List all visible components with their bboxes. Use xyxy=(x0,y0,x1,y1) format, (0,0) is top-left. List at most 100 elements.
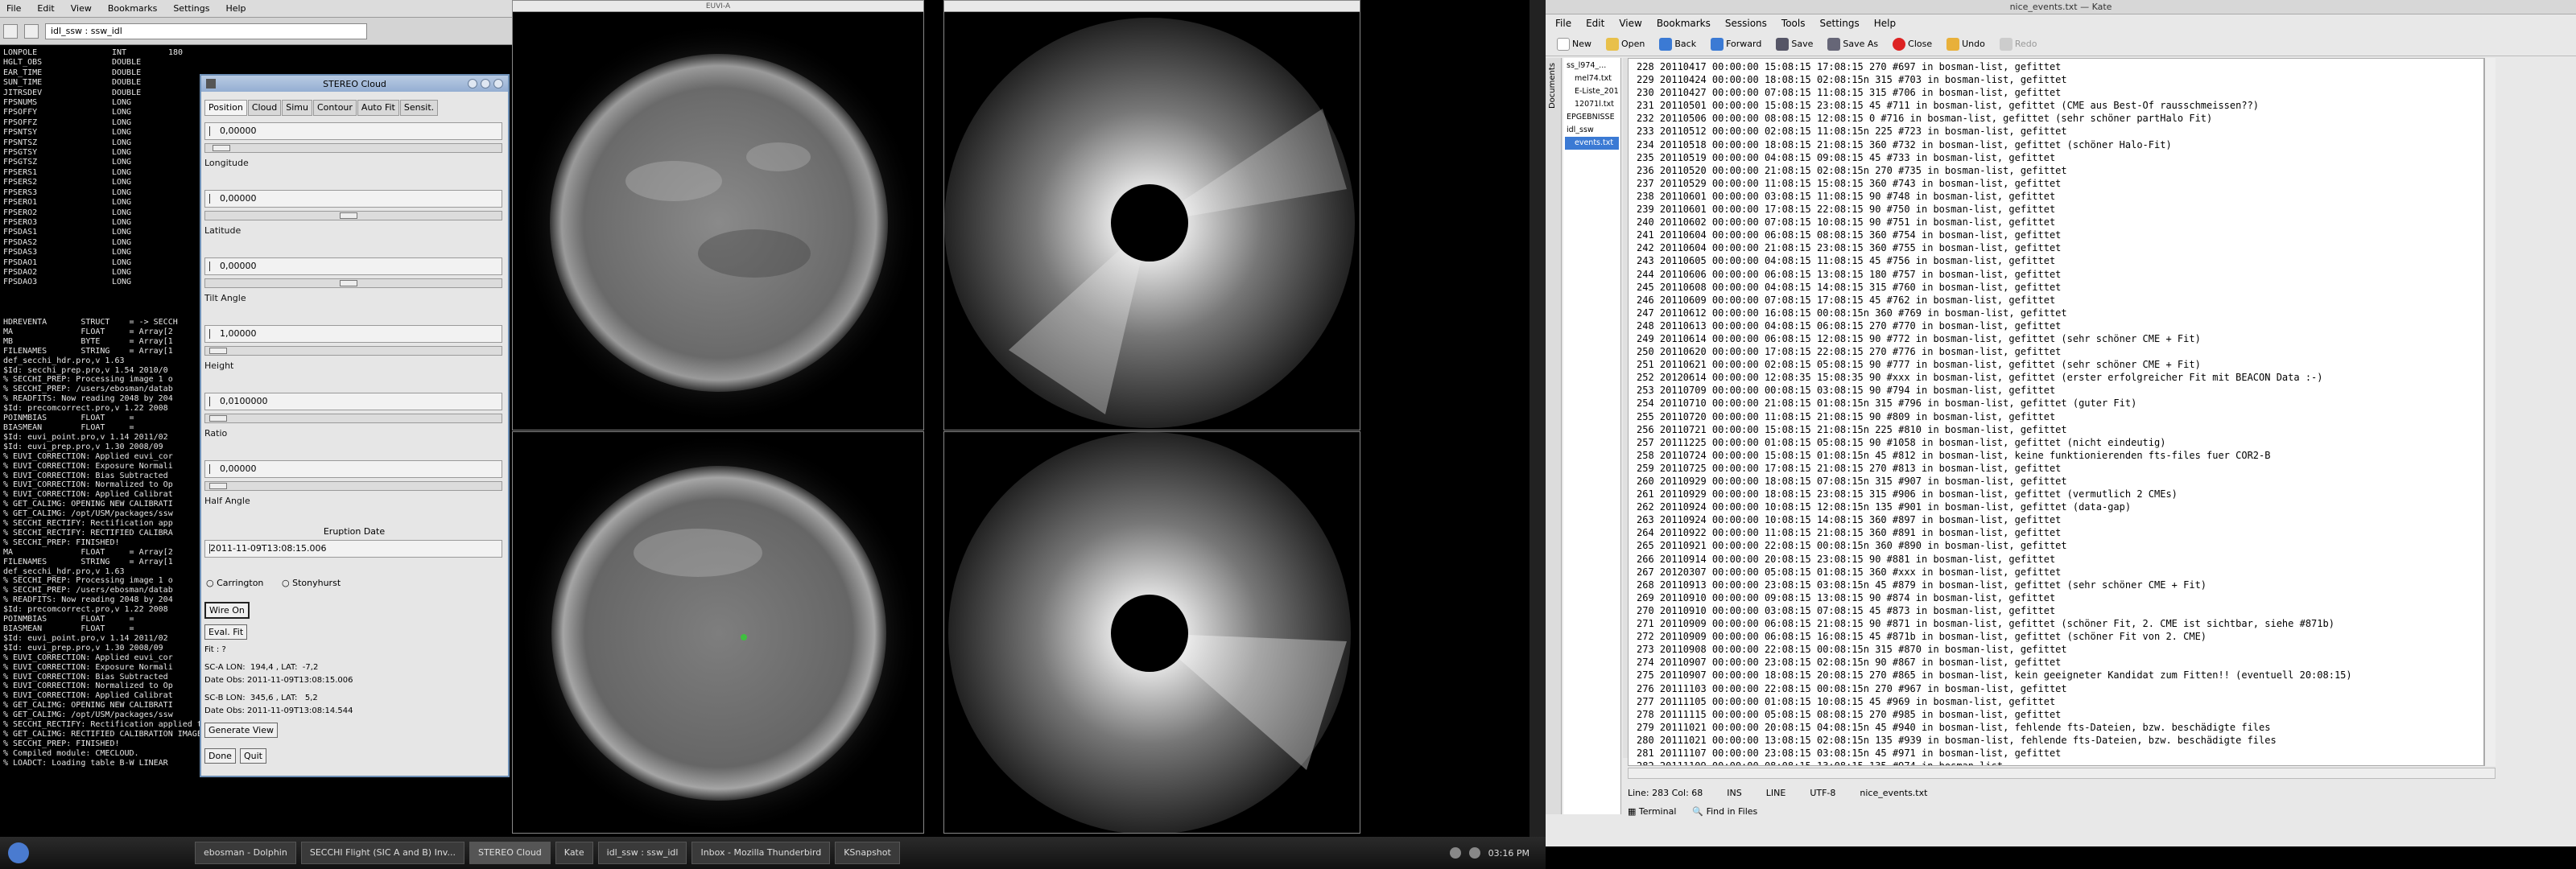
slider-handle[interactable] xyxy=(213,145,231,151)
variable-cell: FPSDAS3 xyxy=(3,248,38,257)
task-button[interactable]: Inbox - Mozilla Thunderbird xyxy=(691,842,831,864)
network-icon[interactable] xyxy=(1468,847,1480,859)
parameter-group: 0,00000 Longitude xyxy=(204,122,502,168)
save-button[interactable]: Save xyxy=(1771,37,1818,51)
volume-icon[interactable] xyxy=(1449,847,1461,859)
variable-cell: FPSERO2 xyxy=(3,208,38,217)
parameter-slider[interactable] xyxy=(204,278,502,288)
session-selector[interactable]: idl_ssw : ssw_idl xyxy=(45,23,367,39)
menu-view[interactable]: View xyxy=(71,3,92,14)
menu-bookmarks[interactable]: Bookmarks xyxy=(108,3,157,14)
parameter-slider[interactable] xyxy=(204,414,502,423)
parameter-slider[interactable] xyxy=(204,481,502,491)
done-button[interactable]: Done xyxy=(204,748,236,764)
eruption-date-field[interactable]: 2011-11-09T13:08:15.006 xyxy=(204,540,502,558)
slider-handle[interactable] xyxy=(209,415,228,422)
insert-mode[interactable]: INS xyxy=(1727,788,1741,798)
parameter-value-field[interactable]: 1,00000 xyxy=(204,325,502,343)
kate-menu-edit[interactable]: Edit xyxy=(1586,18,1604,29)
task-button[interactable]: ebosman - Dolphin xyxy=(195,842,296,864)
kate-menu-view[interactable]: View xyxy=(1619,18,1641,29)
slider-handle[interactable] xyxy=(340,212,358,219)
menu-file[interactable]: File xyxy=(6,3,21,14)
menu-edit[interactable]: Edit xyxy=(37,3,54,14)
find-in-files-tab[interactable]: 🔍 Find in Files xyxy=(1692,806,1757,817)
parameter-slider[interactable] xyxy=(204,346,502,356)
euvi-a-image[interactable] xyxy=(513,12,924,430)
task-button[interactable]: idl_ssw : ssw_idl xyxy=(597,842,687,864)
generate-view-button[interactable]: Generate View xyxy=(204,723,278,738)
save-as-button[interactable]: Save As xyxy=(1823,37,1883,51)
split-icon[interactable] xyxy=(24,23,39,39)
editor-line: 266 20110914 00:00:00 20:08:15 23:08:15 … xyxy=(1637,553,2056,565)
open-button[interactable]: Open xyxy=(1601,37,1649,51)
variable-cell: DOUBLE xyxy=(112,78,142,88)
kate-menu-tools[interactable]: Tools xyxy=(1781,18,1806,29)
tree-item[interactable]: ss_l974_... xyxy=(1565,60,1619,72)
wire-on-button[interactable]: Wire On xyxy=(204,602,250,619)
parameter-value-field[interactable]: 0,00000 xyxy=(204,257,502,275)
tree-item[interactable]: idl_ssw xyxy=(1565,124,1619,137)
parameter-value-field[interactable]: 0,00000 xyxy=(204,122,502,140)
variable-cell: LONG xyxy=(112,117,132,127)
slider-handle[interactable] xyxy=(340,280,358,286)
tab-simu[interactable]: Simu xyxy=(282,100,312,116)
quit-button[interactable]: Quit xyxy=(240,748,266,764)
tab-auto-fit[interactable]: Auto Fit xyxy=(357,100,399,116)
task-button[interactable]: KSnapshot xyxy=(835,842,900,864)
kate-titlebar[interactable]: nice_events.txt — Kate xyxy=(1546,0,2576,14)
tab-contour[interactable]: Contour xyxy=(313,100,357,116)
tree-item[interactable]: events.txt xyxy=(1565,137,1619,150)
task-button[interactable]: SECCHI Flight (SIC A and B) Inv... xyxy=(300,842,464,864)
new-button[interactable]: New xyxy=(1552,37,1596,51)
tab-cloud[interactable]: Cloud xyxy=(247,100,282,116)
parameter-slider[interactable] xyxy=(204,211,502,220)
menu-help[interactable]: Help xyxy=(225,3,246,14)
kate-menu-sessions[interactable]: Sessions xyxy=(1725,18,1767,29)
radio-carrington[interactable]: ○ Carrington xyxy=(206,578,263,588)
tab-position[interactable]: Position xyxy=(204,100,247,116)
eval-fit-button[interactable]: Eval. Fit xyxy=(204,624,248,640)
task-button[interactable]: Kate xyxy=(555,842,593,864)
tree-item[interactable]: mel74.txt xyxy=(1565,72,1619,85)
undo-button[interactable]: Undo xyxy=(1942,37,1990,51)
kate-menu-bookmarks[interactable]: Bookmarks xyxy=(1657,18,1711,29)
documents-tab[interactable]: Documents xyxy=(1546,58,1559,113)
parameter-value-field[interactable]: 0,0100000 xyxy=(204,393,502,410)
tree-item[interactable]: EPGEBNISSE xyxy=(1565,111,1619,124)
forward-button[interactable]: Forward xyxy=(1706,37,1766,51)
selection-mode[interactable]: LINE xyxy=(1766,788,1786,798)
slider-handle[interactable] xyxy=(209,348,228,354)
parameter-value-field[interactable]: 0,00000 xyxy=(204,190,502,208)
dialog-titlebar[interactable]: STEREO Cloud xyxy=(201,76,508,92)
cor2-b-image[interactable] xyxy=(944,432,1360,834)
text-editor[interactable]: 228 20110417 00:00:00 15:08:15 17:08:15 … xyxy=(1628,58,2484,766)
task-button[interactable]: STEREO Cloud xyxy=(469,842,551,864)
kate-menu-settings[interactable]: Settings xyxy=(1819,18,1859,29)
menu-settings[interactable]: Settings xyxy=(173,3,209,14)
parameter-label: Height xyxy=(204,360,234,371)
kde-menu-icon[interactable] xyxy=(8,842,29,863)
file-tree: ss_l974_... mel74.txt E-Liste_2011 12071l.t… xyxy=(1563,58,1621,814)
parameter-slider[interactable] xyxy=(204,143,502,153)
euvi-b-image[interactable] xyxy=(513,432,924,834)
kate-menu-help[interactable]: Help xyxy=(1874,18,1896,29)
back-button[interactable]: Back xyxy=(1654,37,1701,51)
save-label: Save xyxy=(1791,39,1814,49)
kate-menu-file[interactable]: File xyxy=(1555,18,1571,29)
tab-sensit[interactable]: Sensit. xyxy=(399,100,439,116)
new-tab-icon[interactable] xyxy=(3,23,18,39)
cor2-a-image[interactable] xyxy=(944,12,1360,430)
tree-item[interactable]: 12071l.txt xyxy=(1565,98,1619,111)
terminal-tab[interactable]: ▦ Terminal xyxy=(1628,806,1676,817)
redo-button[interactable]: Redo xyxy=(1995,37,2042,51)
encoding[interactable]: UTF-8 xyxy=(1810,788,1835,798)
close-button[interactable]: Close xyxy=(1888,37,1937,51)
horizontal-scrollbar[interactable] xyxy=(1628,768,2496,779)
clock[interactable]: 03:16 PM xyxy=(1488,848,1530,859)
parameter-value-field[interactable]: 0,00000 xyxy=(204,460,502,478)
slider-handle[interactable] xyxy=(209,483,228,489)
tree-item[interactable]: E-Liste_2011 xyxy=(1565,85,1619,98)
vertical-scrollbar[interactable] xyxy=(2484,58,2496,766)
radio-stonyhurst[interactable]: ○ Stonyhurst xyxy=(282,578,341,588)
